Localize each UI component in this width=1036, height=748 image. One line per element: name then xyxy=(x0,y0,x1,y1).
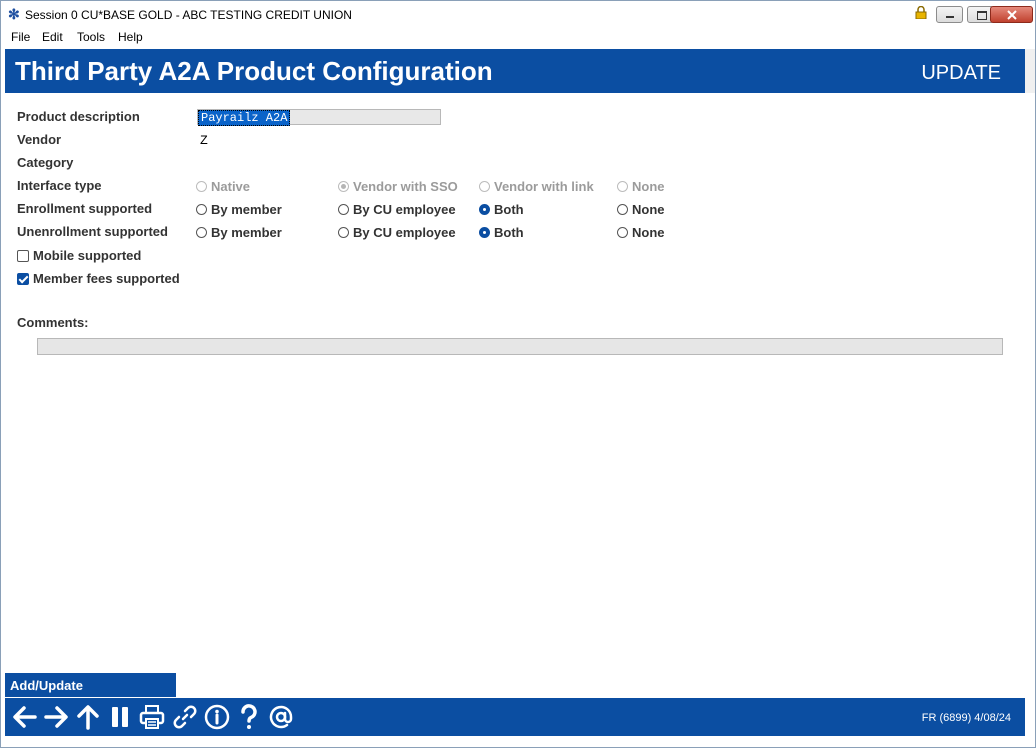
radio-indicator xyxy=(338,204,349,215)
radio-label: By member xyxy=(211,202,282,217)
menu-bar: File Edit Tools Help xyxy=(1,29,1035,47)
radio-indicator xyxy=(196,227,207,238)
checkmark-icon xyxy=(17,272,29,285)
unenrollment-none-radio[interactable]: None xyxy=(617,225,665,240)
checkbox-label: Mobile supported xyxy=(33,248,142,263)
unenrollment-by-cu-employee-radio[interactable]: By CU employee xyxy=(338,225,456,240)
comments-input[interactable] xyxy=(37,338,1003,355)
pause-icon[interactable] xyxy=(106,703,134,731)
interface-vendor-link-radio[interactable]: Vendor with link xyxy=(479,179,594,194)
radio-label: Native xyxy=(211,179,251,194)
page-header: Third Party A2A Product Configuration UP… xyxy=(5,49,1025,93)
interface-native-radio[interactable]: Native xyxy=(196,179,250,194)
interface-none-radio[interactable]: None xyxy=(617,179,665,194)
radio-indicator xyxy=(479,204,490,215)
radio-label: None xyxy=(632,225,665,240)
info-icon[interactable] xyxy=(203,703,231,731)
unenrollment-by-member-radio[interactable]: By member xyxy=(196,225,282,240)
radio-indicator xyxy=(617,181,628,192)
radio-indicator xyxy=(617,204,628,215)
radio-label: Vendor with link xyxy=(494,179,594,194)
enrollment-none-radio[interactable]: None xyxy=(617,202,665,217)
footer-toolbar: FR (6899) 4/08/24 xyxy=(5,698,1025,736)
menu-edit[interactable]: Edit xyxy=(42,30,63,44)
radio-label: By CU employee xyxy=(353,202,456,217)
radio-label: By CU employee xyxy=(353,225,456,240)
radio-label: Both xyxy=(494,202,524,217)
radio-indicator xyxy=(196,204,207,215)
close-button[interactable] xyxy=(990,6,1033,23)
print-icon[interactable] xyxy=(138,703,166,731)
maximize-icon xyxy=(977,11,987,20)
radio-label: By member xyxy=(211,225,282,240)
help-icon[interactable] xyxy=(235,703,263,731)
menu-file[interactable]: File xyxy=(11,30,30,44)
radio-label: None xyxy=(632,179,665,194)
forward-arrow-icon[interactable] xyxy=(42,703,70,731)
app-window: ✻ Session 0 CU*BASE GOLD - ABC TESTING C… xyxy=(0,0,1036,748)
minimize-icon xyxy=(946,16,954,18)
back-arrow-icon[interactable] xyxy=(11,703,39,731)
enrollment-both-radio[interactable]: Both xyxy=(479,202,524,217)
close-icon xyxy=(1007,10,1017,20)
up-arrow-icon[interactable] xyxy=(74,703,102,731)
minimize-button[interactable] xyxy=(936,6,963,23)
vendor-label: Vendor xyxy=(17,132,62,147)
checkbox-label: Member fees supported xyxy=(33,271,180,286)
category-label: Category xyxy=(17,155,74,170)
page-title: Third Party A2A Product Configuration xyxy=(15,56,493,86)
email-icon[interactable] xyxy=(267,703,295,731)
radio-indicator xyxy=(479,181,490,192)
mobile-supported-checkbox[interactable]: Mobile supported xyxy=(17,248,141,263)
comments-label: Comments: xyxy=(17,315,89,330)
mode-label: UPDATE xyxy=(921,62,1001,84)
link-icon[interactable] xyxy=(171,703,199,731)
radio-indicator xyxy=(617,227,628,238)
vendor-value: Z xyxy=(200,133,208,148)
interface-vendor-sso-radio[interactable]: Vendor with SSO xyxy=(338,179,458,194)
radio-label: Vendor with SSO xyxy=(353,179,458,194)
session-code: FR (6899) 4/08/24 xyxy=(921,712,1011,724)
add-update-button[interactable]: Add/Update xyxy=(5,673,176,697)
scrollbar[interactable] xyxy=(1025,49,1035,93)
radio-indicator xyxy=(338,181,349,192)
radio-indicator xyxy=(338,227,349,238)
enrollment-by-member-radio[interactable]: By member xyxy=(196,202,282,217)
radio-indicator xyxy=(196,181,207,192)
menu-tools[interactable]: Tools xyxy=(77,30,105,44)
unenrollment-both-radio[interactable]: Both xyxy=(479,225,524,240)
window-title: Session 0 CU*BASE GOLD - ABC TESTING CRE… xyxy=(25,8,352,22)
member-fees-supported-checkbox[interactable]: Member fees supported xyxy=(17,271,180,286)
product-description-value: Payrailz A2A xyxy=(198,110,291,126)
menu-help[interactable]: Help xyxy=(118,30,143,44)
product-description-input[interactable]: Payrailz A2A xyxy=(197,109,441,126)
product-description-label: Product description xyxy=(17,109,140,124)
app-logo-icon: ✻ xyxy=(8,6,20,22)
title-bar: ✻ Session 0 CU*BASE GOLD - ABC TESTING C… xyxy=(1,1,1035,29)
unenrollment-supported-label: Unenrollment supported xyxy=(17,224,168,239)
checkbox-indicator xyxy=(17,249,29,262)
interface-type-label: Interface type xyxy=(17,178,102,193)
enrollment-supported-label: Enrollment supported xyxy=(17,201,153,216)
enrollment-by-cu-employee-radio[interactable]: By CU employee xyxy=(338,202,456,217)
lock-icon xyxy=(915,6,927,19)
radio-label: Both xyxy=(494,225,524,240)
radio-label: None xyxy=(632,202,665,217)
radio-indicator xyxy=(479,227,490,238)
